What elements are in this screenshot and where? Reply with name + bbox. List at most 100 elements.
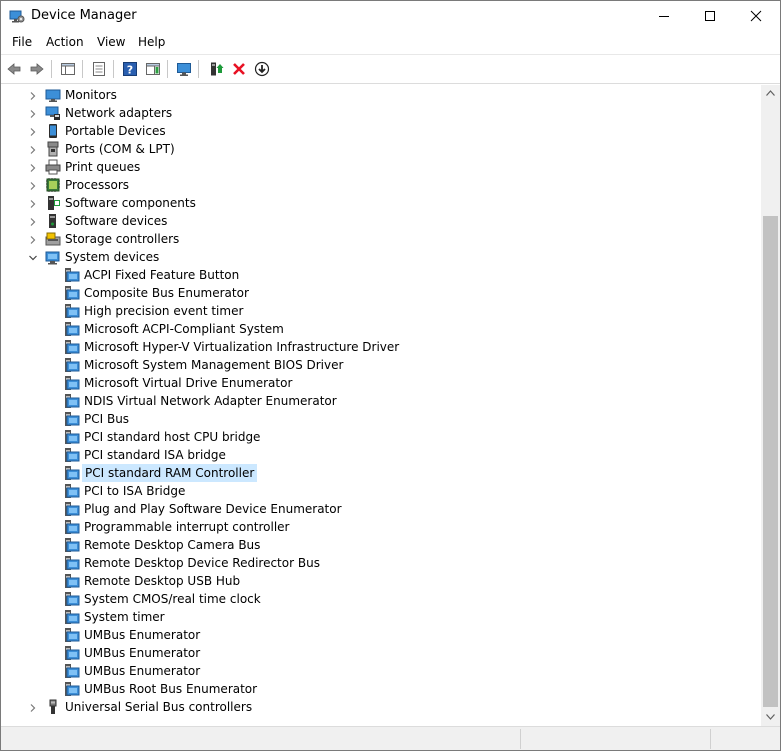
tree-device-row[interactable]: UMBus Enumerator: [1, 662, 761, 680]
tree-item-label[interactable]: Remote Desktop USB Hub: [82, 573, 242, 589]
scroll-thumb[interactable]: [763, 216, 778, 707]
collapse-chevron-icon[interactable]: [28, 252, 38, 262]
tree-item-label[interactable]: Microsoft System Management BIOS Driver: [82, 357, 345, 373]
tree-item-label[interactable]: PCI Bus: [82, 411, 131, 427]
show-hide-tree-button[interactable]: [58, 59, 78, 79]
tree-device-row[interactable]: Remote Desktop Camera Bus: [1, 536, 761, 554]
tree-item-label[interactable]: Software components: [63, 195, 198, 211]
tree-item-label[interactable]: Microsoft Hyper-V Virtualization Infrast…: [82, 339, 401, 355]
tree-item-label[interactable]: UMBus Enumerator: [82, 627, 202, 643]
tree-item-label[interactable]: Plug and Play Software Device Enumerator: [82, 501, 344, 517]
tree-item-label[interactable]: Microsoft ACPI-Compliant System: [82, 321, 286, 337]
tree-device-row[interactable]: System timer: [1, 608, 761, 626]
tree-item-label[interactable]: PCI to ISA Bridge: [82, 483, 187, 499]
tree-item-label[interactable]: Monitors: [63, 87, 119, 103]
tree-item-label[interactable]: Software devices: [63, 213, 169, 229]
tree-item-label[interactable]: Ports (COM & LPT): [63, 141, 177, 157]
tree-device-row[interactable]: Composite Bus Enumerator: [1, 284, 761, 302]
tree-item-label[interactable]: System CMOS/real time clock: [82, 591, 263, 607]
back-button[interactable]: [4, 59, 24, 79]
tree-device-row[interactable]: Remote Desktop Device Redirector Bus: [1, 554, 761, 572]
enable-device-button[interactable]: [252, 59, 272, 79]
maximize-button[interactable]: [687, 1, 733, 31]
tree-device-row[interactable]: ACPI Fixed Feature Button: [1, 266, 761, 284]
uninstall-device-button[interactable]: [229, 59, 249, 79]
tree-item-label[interactable]: Remote Desktop Camera Bus: [82, 537, 262, 553]
tree-category-row[interactable]: Monitors: [1, 86, 761, 104]
tree-device-row[interactable]: PCI standard host CPU bridge: [1, 428, 761, 446]
tree-category-row[interactable]: Network adapters: [1, 104, 761, 122]
scroll-up-button[interactable]: [761, 85, 780, 102]
tree-item-label-selected[interactable]: PCI standard RAM Controller: [82, 464, 258, 482]
tree-device-row[interactable]: UMBus Enumerator: [1, 626, 761, 644]
tree-device-row[interactable]: Microsoft Hyper-V Virtualization Infrast…: [1, 338, 761, 356]
action-pane-button[interactable]: [143, 59, 163, 79]
tree-device-row[interactable]: Plug and Play Software Device Enumerator: [1, 500, 761, 518]
tree-category-row[interactable]: Processors: [1, 176, 761, 194]
expand-chevron-icon[interactable]: [28, 144, 38, 154]
tree-item-label[interactable]: System devices: [63, 249, 161, 265]
tree-device-row[interactable]: Remote Desktop USB Hub: [1, 572, 761, 590]
tree-category-row[interactable]: System devices: [1, 248, 761, 266]
expand-chevron-icon[interactable]: [28, 216, 38, 226]
tree-category-row[interactable]: Universal Serial Bus controllers: [1, 698, 761, 716]
menu-action[interactable]: Action: [46, 35, 84, 49]
tree-category-row[interactable]: Storage controllers: [1, 230, 761, 248]
tree-category-row[interactable]: Software components: [1, 194, 761, 212]
tree-item-label[interactable]: Storage controllers: [63, 231, 181, 247]
tree-device-row[interactable]: PCI standard ISA bridge: [1, 446, 761, 464]
expand-chevron-icon[interactable]: [28, 234, 38, 244]
tree-item-label[interactable]: UMBus Enumerator: [82, 663, 202, 679]
scroll-down-button[interactable]: [761, 709, 780, 726]
tree-item-label[interactable]: Microsoft Virtual Drive Enumerator: [82, 375, 294, 391]
tree-item-label[interactable]: Portable Devices: [63, 123, 168, 139]
menu-file[interactable]: File: [12, 35, 32, 49]
expand-chevron-icon[interactable]: [28, 162, 38, 172]
title-bar[interactable]: Device Manager: [1, 1, 780, 32]
tree-device-row[interactable]: Programmable interrupt controller: [1, 518, 761, 536]
tree-device-row[interactable]: High precision event timer: [1, 302, 761, 320]
forward-button[interactable]: [27, 59, 47, 79]
minimize-button[interactable]: [641, 1, 687, 31]
tree-device-row[interactable]: NDIS Virtual Network Adapter Enumerator: [1, 392, 761, 410]
menu-view[interactable]: View: [97, 35, 125, 49]
tree-category-row[interactable]: Software devices: [1, 212, 761, 230]
tree-item-label[interactable]: Processors: [63, 177, 131, 193]
tree-category-row[interactable]: Portable Devices: [1, 122, 761, 140]
tree-device-row[interactable]: PCI standard RAM Controller: [1, 464, 761, 482]
tree-category-row[interactable]: Print queues: [1, 158, 761, 176]
menu-help[interactable]: Help: [138, 35, 165, 49]
tree-item-label[interactable]: PCI standard host CPU bridge: [82, 429, 262, 445]
tree-item-label[interactable]: System timer: [82, 609, 167, 625]
expand-chevron-icon[interactable]: [28, 198, 38, 208]
properties-button[interactable]: [89, 59, 109, 79]
tree-item-label[interactable]: Composite Bus Enumerator: [82, 285, 251, 301]
tree-device-row[interactable]: UMBus Root Bus Enumerator: [1, 680, 761, 698]
device-tree[interactable]: Monitors Network adapters Portable Devices…: [1, 85, 761, 726]
tree-device-row[interactable]: PCI to ISA Bridge: [1, 482, 761, 500]
tree-item-label[interactable]: Programmable interrupt controller: [82, 519, 292, 535]
tree-device-row[interactable]: UMBus Enumerator: [1, 644, 761, 662]
vertical-scrollbar[interactable]: [761, 85, 780, 726]
tree-category-row[interactable]: Ports (COM & LPT): [1, 140, 761, 158]
tree-item-label[interactable]: NDIS Virtual Network Adapter Enumerator: [82, 393, 339, 409]
update-driver-button[interactable]: [206, 59, 226, 79]
tree-device-row[interactable]: Microsoft ACPI-Compliant System: [1, 320, 761, 338]
expand-chevron-icon[interactable]: [28, 180, 38, 190]
expand-chevron-icon[interactable]: [28, 702, 38, 712]
tree-item-label[interactable]: PCI standard ISA bridge: [82, 447, 228, 463]
tree-item-label[interactable]: Universal Serial Bus controllers: [63, 699, 254, 715]
scan-hardware-button[interactable]: [174, 59, 194, 79]
expand-chevron-icon[interactable]: [28, 108, 38, 118]
tree-item-label[interactable]: Remote Desktop Device Redirector Bus: [82, 555, 322, 571]
expand-chevron-icon[interactable]: [28, 90, 38, 100]
tree-item-label[interactable]: ACPI Fixed Feature Button: [82, 267, 241, 283]
help-button[interactable]: ?: [120, 59, 140, 79]
close-button[interactable]: [733, 1, 779, 31]
tree-device-row[interactable]: Microsoft Virtual Drive Enumerator: [1, 374, 761, 392]
tree-device-row[interactable]: Microsoft System Management BIOS Driver: [1, 356, 761, 374]
tree-item-label[interactable]: UMBus Root Bus Enumerator: [82, 681, 259, 697]
tree-item-label[interactable]: Network adapters: [63, 105, 174, 121]
tree-item-label[interactable]: UMBus Enumerator: [82, 645, 202, 661]
tree-item-label[interactable]: High precision event timer: [82, 303, 245, 319]
